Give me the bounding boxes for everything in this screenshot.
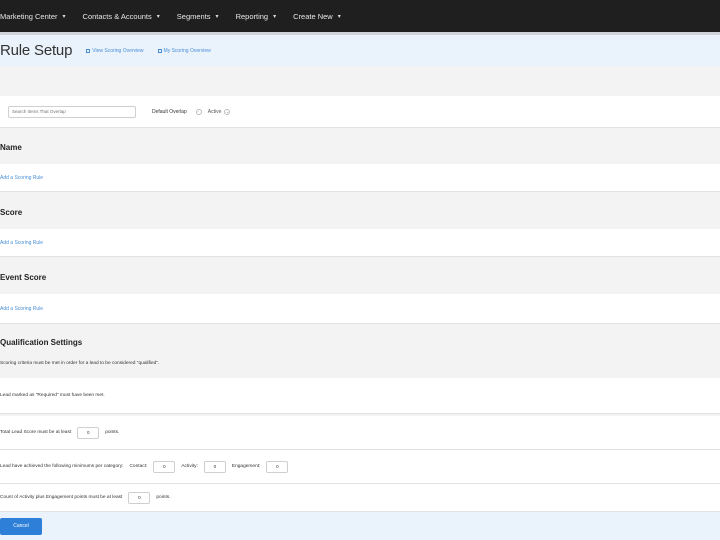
section-body: Add a Scoring Rule	[0, 294, 720, 324]
section-title: Score	[0, 208, 23, 217]
qualification-description: Scoring criteria must be met in order fo…	[0, 361, 160, 366]
qualification-title: Qualification Settings	[0, 338, 83, 347]
nav-label: Segments	[176, 11, 211, 21]
page-header: Rule Setup View Scoring Overview My Scor…	[0, 35, 720, 66]
overlap-toggle[interactable]: ·	[193, 108, 202, 115]
caret-down-icon: ▾	[337, 13, 341, 20]
page-title: Rule Setup	[0, 42, 73, 59]
caret-down-icon: ▾	[273, 13, 277, 20]
min-score-input[interactable]: 0	[77, 426, 100, 439]
section-title: Name	[0, 143, 22, 152]
chevron-down-icon: ⌄	[224, 108, 231, 115]
nav-label: Marketing Center	[0, 11, 58, 21]
criteria-suffix: points.	[156, 495, 171, 500]
view-scoring-overview-link[interactable]: View Scoring Overview	[86, 47, 144, 54]
top-navigation-bar: Marketing Center ▾ Contacts & Accounts ▾ S…	[0, 0, 720, 32]
toggle-icon: ·	[195, 108, 202, 115]
search-input[interactable]	[8, 105, 136, 118]
default-overlap-label: Default Overlap	[152, 108, 187, 115]
nav-segments[interactable]: Segments ▾	[177, 12, 219, 21]
nav-contacts-accounts[interactable]: Contacts & Accounts ▾	[83, 12, 160, 21]
criteria-row: Count of Activity plus Engagement points…	[0, 484, 720, 512]
caret-down-icon: ▾	[156, 13, 160, 20]
activity-min-input[interactable]: 0	[203, 460, 226, 473]
nav-marketing-center[interactable]: Marketing Center ▾	[0, 12, 66, 21]
footer-bar: Cancel	[0, 512, 720, 540]
nav-label: Create New	[293, 11, 333, 21]
status-select[interactable]: Active ⌄	[207, 108, 231, 115]
combined-min-input[interactable]: 0	[128, 491, 151, 504]
overview-icon	[86, 48, 91, 53]
criteria-suffix: points.	[105, 430, 120, 435]
cancel-button[interactable]: Cancel	[0, 517, 42, 535]
link-label: My Scoring Overview	[163, 47, 211, 54]
link-label: View Scoring Overview	[92, 47, 144, 54]
overview-icon	[157, 48, 162, 53]
filter-band: Default Overlap · Active⌄	[0, 96, 720, 128]
caret-down-icon: ▾	[62, 13, 66, 20]
criteria-text: Lead have achieved the following minimum…	[0, 464, 124, 469]
add-scoring-rule-link[interactable]: Add a Scoring Rule	[0, 175, 43, 181]
contact-label: Contact:	[129, 464, 148, 469]
contact-min-input[interactable]: 0	[153, 460, 176, 473]
add-scoring-rule-link[interactable]: Add a Scoring Rule	[0, 306, 43, 312]
criteria-text: Total Lead Score must be at least	[0, 430, 72, 435]
status-value: Active	[207, 108, 222, 115]
section-title: Event Score	[0, 273, 47, 282]
section-body: Add a Scoring Rule	[0, 164, 720, 192]
engagement-min-input[interactable]: 0	[266, 460, 289, 473]
nav-reporting[interactable]: Reporting ▾	[236, 12, 277, 21]
engagement-label: Engagement:	[231, 464, 261, 469]
my-scoring-overview-link[interactable]: My Scoring Overview	[157, 47, 211, 54]
add-scoring-rule-link[interactable]: Add a Scoring Rule	[0, 240, 43, 246]
criteria-text: Lead marked as "Required" must have been…	[0, 393, 105, 398]
section-body: Add a Scoring Rule	[0, 229, 720, 257]
nav-create-new[interactable]: Create New ▾	[293, 12, 341, 21]
criteria-row: Lead have achieved the following minimum…	[0, 450, 720, 484]
criteria-row: Lead marked as "Required" must have been…	[0, 378, 720, 414]
caret-down-icon: ▾	[215, 13, 219, 20]
nav-label: Contacts & Accounts	[82, 11, 152, 21]
nav-label: Reporting	[235, 11, 269, 21]
activity-label: Activity:	[181, 464, 198, 469]
criteria-row: Total Lead Score must be at least 0 poin…	[0, 416, 720, 450]
criteria-text: Count of Activity plus Engagement points…	[0, 495, 123, 500]
